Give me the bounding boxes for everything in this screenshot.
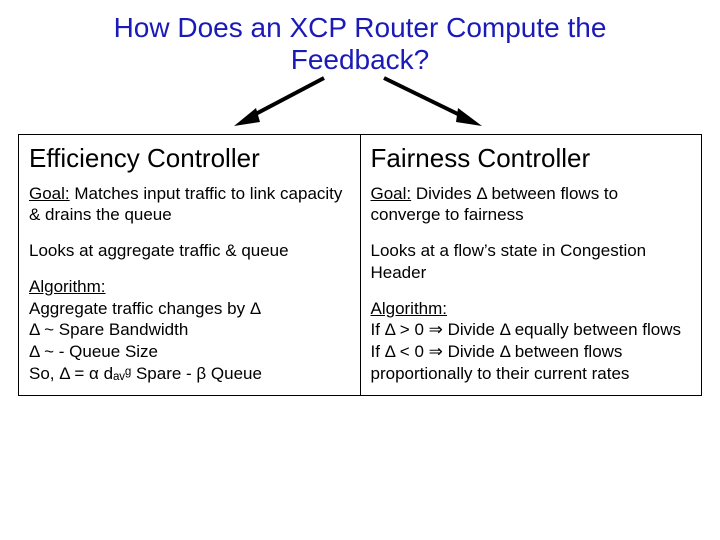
fairness-goal: Goal: Divides Δ between flows to converg… <box>371 183 692 227</box>
algorithm-label: Algorithm: <box>371 298 692 320</box>
efficiency-goal: Goal: Matches input traffic to link capa… <box>29 183 350 227</box>
alg-line: If Δ > 0 ⇒ Divide Δ equally between flow… <box>371 319 692 341</box>
efficiency-looks: Looks at aggregate traffic & queue <box>29 240 350 262</box>
fairness-column: Fairness Controller Goal: Divides Δ betw… <box>361 134 703 395</box>
alg-line: Δ ~ - Queue Size <box>29 341 350 363</box>
algorithm-label: Algorithm: <box>29 276 350 298</box>
alg-line: Δ ~ Spare Bandwidth <box>29 319 350 341</box>
arrow-southwest-icon <box>228 72 338 132</box>
efficiency-algorithm: Algorithm: Aggregate traffic changes by … <box>29 276 350 385</box>
efficiency-column: Efficiency Controller Goal: Matches inpu… <box>18 134 361 395</box>
arrow-area <box>18 78 702 134</box>
goal-label: Goal: <box>29 184 70 203</box>
goal-label: Goal: <box>371 184 412 203</box>
slide: How Does an XCP Router Compute the Feedb… <box>0 0 720 540</box>
goal-text: Matches input traffic to link capacity &… <box>29 184 342 225</box>
alg-line: So, Δ = α dₐᵥᵍ Spare - β Queue <box>29 363 350 385</box>
columns: Efficiency Controller Goal: Matches inpu… <box>18 134 702 395</box>
alg-line: Aggregate traffic changes by Δ <box>29 298 350 320</box>
alg-line: If Δ < 0 ⇒ Divide Δ between flows propor… <box>371 341 692 385</box>
efficiency-heading: Efficiency Controller <box>29 143 350 174</box>
fairness-looks: Looks at a flow’s state in Congestion He… <box>371 240 692 284</box>
fairness-algorithm: Algorithm: If Δ > 0 ⇒ Divide Δ equally b… <box>371 298 692 385</box>
arrow-southeast-icon <box>370 72 490 132</box>
fairness-heading: Fairness Controller <box>371 143 692 174</box>
slide-title: How Does an XCP Router Compute the Feedb… <box>80 12 640 76</box>
